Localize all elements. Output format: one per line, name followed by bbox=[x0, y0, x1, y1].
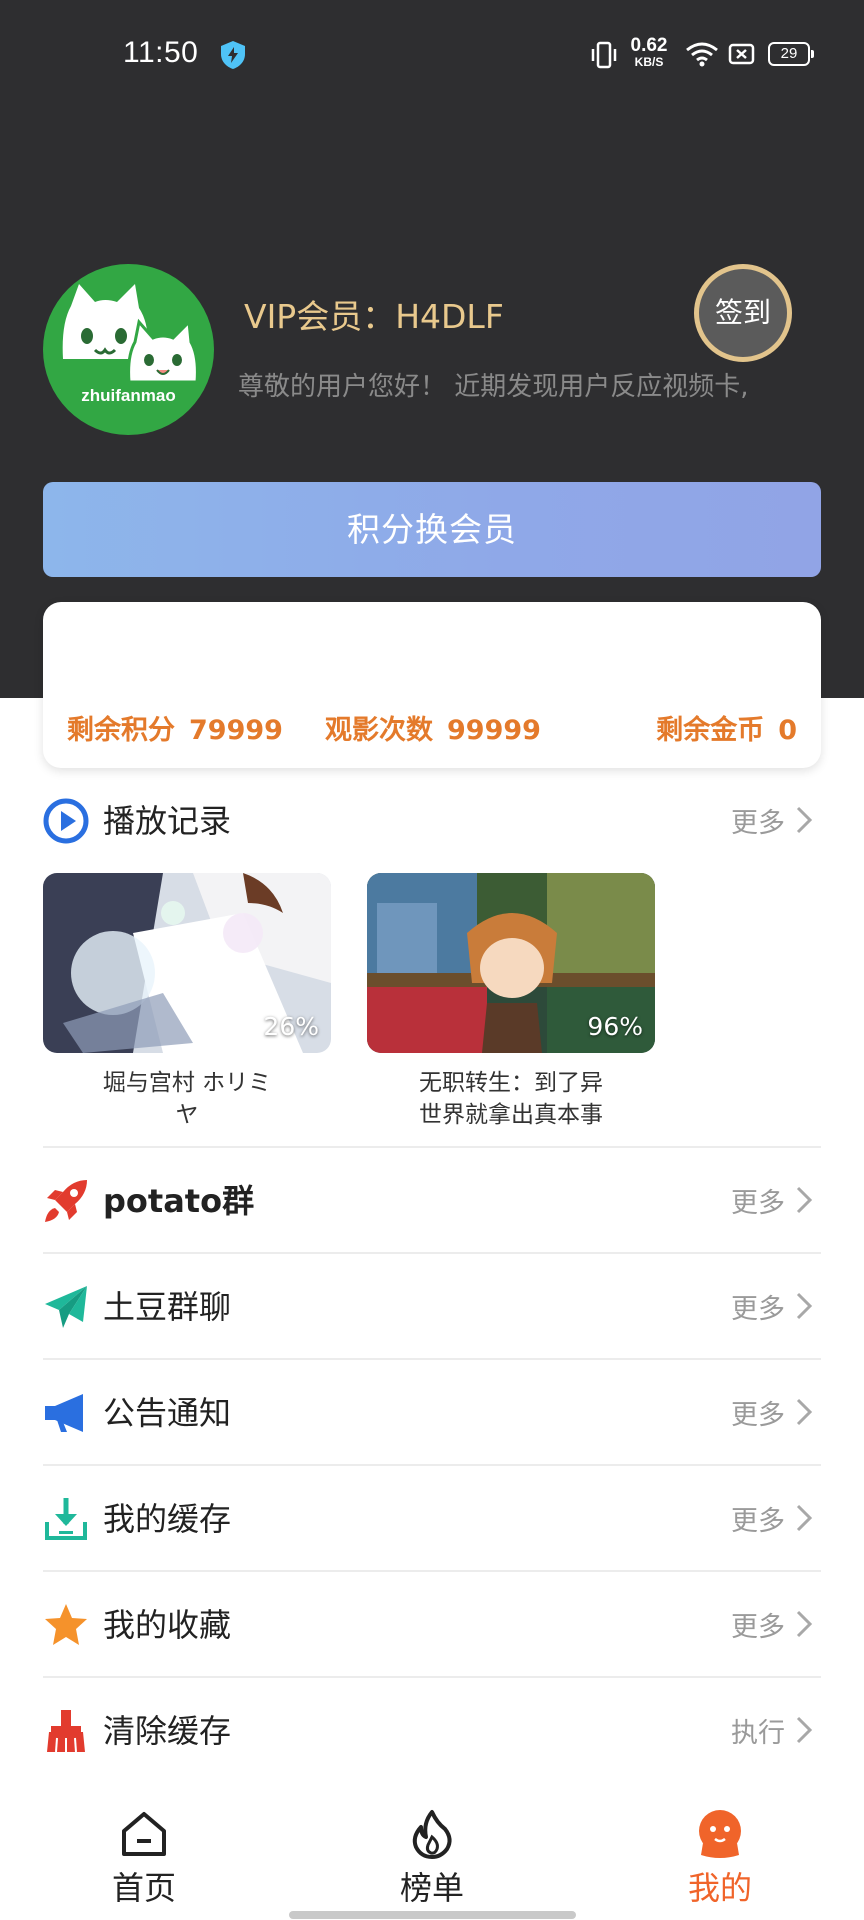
avatar-logo-text: zhuifanmao bbox=[81, 386, 176, 405]
stat-views: 观影次数 99999 bbox=[325, 715, 541, 746]
menu-row-title: 我的缓存 bbox=[103, 1500, 232, 1538]
stat-points: 剩余积分 79999 bbox=[67, 715, 283, 746]
history-title: 播放记录 bbox=[103, 802, 232, 840]
chevron-right-icon bbox=[796, 1292, 813, 1320]
chevron-right-icon bbox=[796, 806, 813, 834]
home-icon bbox=[122, 1812, 166, 1856]
chevron-right-icon bbox=[796, 1504, 813, 1532]
menu-row-title: potato群 bbox=[103, 1182, 255, 1220]
history-list: 26% 堀与宫村 ホリミヤ 96% 无职转生：到了异世界就拿出真本事 bbox=[43, 873, 864, 1143]
menu-row-title: 公告通知 bbox=[103, 1394, 232, 1432]
chevron-right-icon bbox=[796, 1186, 813, 1214]
history-progress: 96% bbox=[587, 1012, 643, 1041]
menu-row-title: 清除缓存 bbox=[103, 1712, 232, 1750]
nav-tab-label: 首页 bbox=[111, 1869, 176, 1907]
nav-tab-rankings[interactable]: 榜单 bbox=[288, 1785, 576, 1920]
notice-marquee[interactable]: 尊敬的用户您好！ 近期发现用户反应视频卡, bbox=[238, 366, 843, 403]
chevron-right-icon bbox=[796, 1716, 813, 1744]
menu-row-announcements[interactable]: 公告通知 更多 bbox=[43, 1358, 821, 1464]
checkin-button[interactable]: 签到 bbox=[694, 264, 792, 362]
menu-row-title: 土豆群聊 bbox=[103, 1288, 232, 1326]
history-item[interactable]: 26% 堀与宫村 ホリミヤ bbox=[43, 873, 331, 1131]
menu-row-my-cache[interactable]: 我的缓存 更多 bbox=[43, 1464, 821, 1570]
menu-row-action[interactable]: 更多 bbox=[731, 1181, 785, 1220]
menu-row-action[interactable]: 更多 bbox=[731, 1499, 785, 1538]
megaphone-icon bbox=[45, 1394, 83, 1432]
network-speed: 0.62 KB/S bbox=[630, 35, 668, 69]
sim-icon bbox=[728, 43, 755, 65]
chevron-right-icon bbox=[796, 1610, 813, 1638]
battery-indicator: 29 bbox=[768, 42, 814, 66]
menu-row-title: 我的收藏 bbox=[103, 1606, 232, 1644]
vibrate-icon bbox=[591, 41, 617, 69]
menu-row-chat-group[interactable]: 土豆群聊 更多 bbox=[43, 1252, 821, 1358]
play-circle-icon bbox=[43, 798, 89, 844]
history-item[interactable]: 96% 无职转生：到了异世界就拿出真本事 bbox=[367, 873, 655, 1131]
menu-row-action[interactable]: 更多 bbox=[731, 1605, 785, 1644]
menu-row-favorites[interactable]: 我的收藏 更多 bbox=[43, 1570, 821, 1676]
menu-row-action[interactable]: 更多 bbox=[731, 1287, 785, 1326]
paper-plane-icon bbox=[45, 1286, 87, 1328]
broom-icon bbox=[47, 1710, 85, 1753]
menu-row-clear-cache[interactable]: 清除缓存 执行 bbox=[43, 1676, 821, 1782]
points-exchange-button[interactable]: 积分换会员 bbox=[43, 482, 821, 577]
rocket-icon bbox=[45, 1180, 87, 1222]
status-time: 11:50 bbox=[123, 36, 199, 69]
avatar[interactable]: zhuifanmao bbox=[43, 264, 214, 435]
menu-row-action[interactable]: 执行 bbox=[731, 1711, 785, 1750]
history-item-title: 堀与宫村 ホリミヤ bbox=[102, 1070, 272, 1128]
status-bar: 11:50 0.62 KB/S 29 bbox=[0, 0, 864, 110]
history-item-title: 无职转生：到了异世界就拿出真本事 bbox=[419, 1070, 603, 1128]
shield-icon bbox=[221, 41, 245, 69]
vip-member-label: VIP会员：H4DLF bbox=[244, 297, 504, 336]
nav-tab-label: 榜单 bbox=[399, 1869, 464, 1907]
stat-coins: 剩余金币 0 bbox=[656, 715, 797, 746]
nav-tab-home[interactable]: 首页 bbox=[0, 1785, 288, 1920]
home-indicator-bar[interactable] bbox=[289, 1911, 576, 1919]
stats-card: 剩余积分 79999 观影次数 99999 剩余金币 0 bbox=[43, 602, 821, 768]
history-more-link[interactable]: 更多 bbox=[731, 801, 785, 840]
history-thumbnail[interactable]: 96% bbox=[367, 873, 655, 1053]
star-icon bbox=[45, 1604, 87, 1645]
history-section-header[interactable]: 播放记录 更多 bbox=[43, 768, 821, 874]
history-thumbnail[interactable]: 26% bbox=[43, 873, 331, 1053]
profile-icon bbox=[699, 1810, 741, 1858]
flame-icon bbox=[412, 1810, 452, 1859]
chevron-right-icon bbox=[796, 1398, 813, 1426]
bottom-navigation: 首页 榜单 我的 bbox=[0, 1785, 864, 1920]
menu-row-action[interactable]: 更多 bbox=[731, 1393, 785, 1432]
cat-logo-icon bbox=[62, 284, 199, 384]
wifi-icon bbox=[686, 42, 718, 67]
nav-tab-label: 我的 bbox=[687, 1869, 752, 1907]
menu-row-potato-group[interactable]: potato群 更多 bbox=[43, 1146, 821, 1252]
nav-tab-mine[interactable]: 我的 bbox=[576, 1785, 864, 1920]
history-progress: 26% bbox=[263, 1012, 319, 1041]
download-icon bbox=[45, 1498, 87, 1540]
